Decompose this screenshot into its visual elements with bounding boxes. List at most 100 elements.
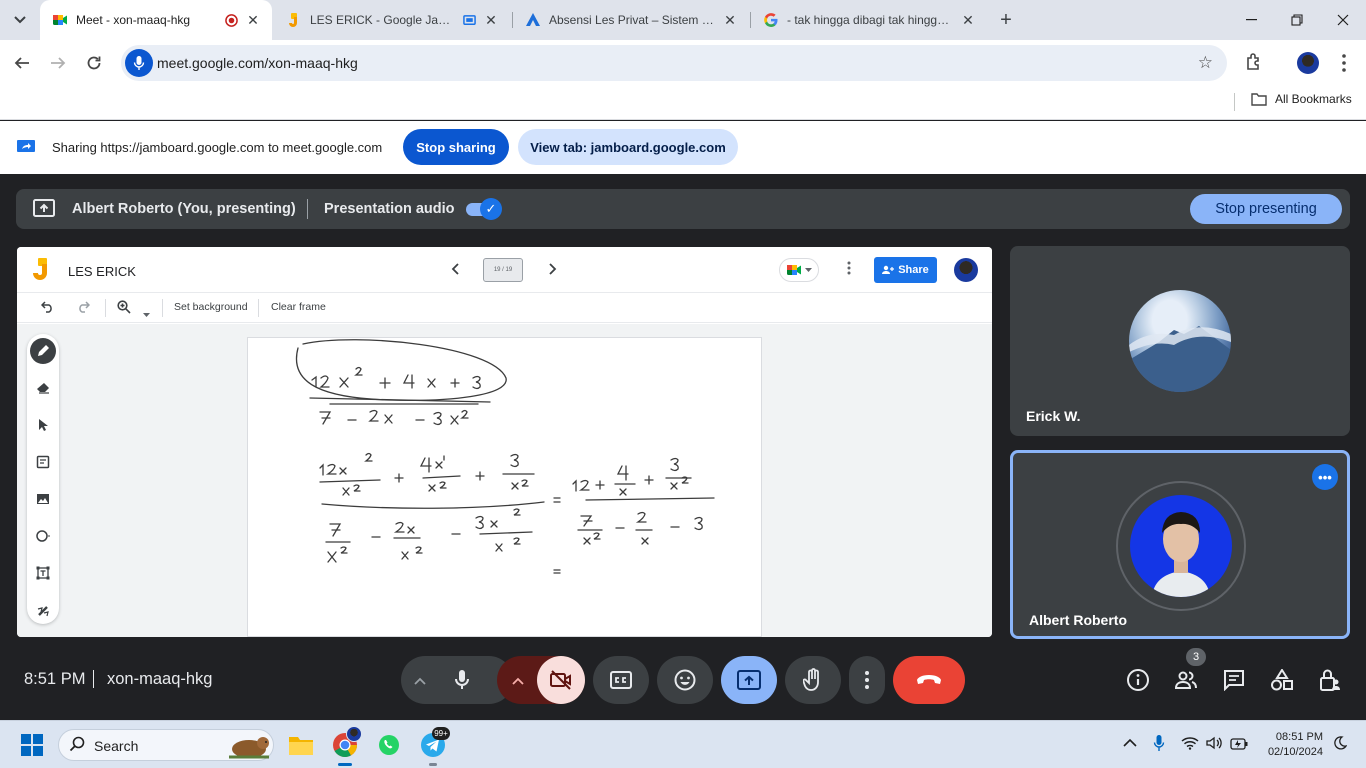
- tab-title: LES ERICK - Google Jamboard: [310, 13, 457, 27]
- present-screen-icon: [33, 199, 55, 217]
- meeting-details-button[interactable]: [1125, 667, 1151, 693]
- chrome-menu-icon[interactable]: [1336, 53, 1352, 78]
- zoom-icon[interactable]: [117, 300, 131, 317]
- jamboard-title: LES ERICK: [68, 264, 136, 279]
- tab-google-search[interactable]: - tak hingga dibagi tak hingga - Google …: [751, 0, 987, 40]
- windows-start-icon[interactable]: [21, 734, 43, 756]
- meet-call-chip[interactable]: [779, 258, 819, 282]
- image-tool-icon[interactable]: [30, 486, 56, 512]
- audio-options-chevron-icon[interactable]: [414, 672, 426, 690]
- chat-icon: [1224, 670, 1244, 691]
- tab-jamboard[interactable]: LES ERICK - Google Jamboard ✕: [274, 0, 510, 40]
- user-avatar[interactable]: [954, 258, 978, 282]
- more-options-icon[interactable]: [847, 261, 851, 278]
- jamboard-icon: [289, 13, 297, 27]
- captions-button[interactable]: [593, 656, 649, 704]
- shape-tool-icon[interactable]: [30, 523, 56, 549]
- chat-button[interactable]: [1221, 667, 1247, 693]
- sharing-text: Sharing https://jamboard.google.com to m…: [52, 140, 383, 155]
- all-bookmarks-button[interactable]: All Bookmarks: [1251, 92, 1352, 106]
- address-bar[interactable]: meet.google.com/xon-maaq-hkg ☆: [121, 45, 1227, 81]
- clear-frame-button[interactable]: Clear frame: [271, 301, 326, 313]
- reload-button[interactable]: [81, 50, 107, 76]
- stop-presenting-button[interactable]: Stop presenting: [1190, 194, 1342, 224]
- share-button[interactable]: Share: [874, 257, 937, 283]
- people-button[interactable]: [1173, 667, 1199, 693]
- microphone-in-use-icon[interactable]: [125, 49, 153, 77]
- show-hidden-icons-icon[interactable]: [1123, 735, 1137, 751]
- view-tab-button[interactable]: View tab: jamboard.google.com: [518, 129, 738, 165]
- zoom-dropdown-icon[interactable]: [143, 305, 150, 321]
- camera-off-button[interactable]: [537, 656, 585, 704]
- search-icon: [69, 736, 85, 756]
- laser-tool-icon[interactable]: [30, 597, 56, 623]
- browser-tab-strip: Meet - xon-maaq-hkg ✕ LES ERICK - Google…: [0, 0, 1366, 40]
- focus-moon-icon[interactable]: [1333, 736, 1348, 753]
- taskbar-clock[interactable]: 08:51 PM 02/10/2024: [1263, 730, 1323, 760]
- jamboard-frame[interactable]: [247, 337, 762, 637]
- close-tab-icon[interactable]: ✕: [244, 11, 262, 29]
- extensions-icon[interactable]: [1244, 52, 1264, 77]
- text-box-tool-icon[interactable]: [30, 560, 56, 586]
- stop-sharing-button[interactable]: Stop sharing: [403, 129, 509, 165]
- host-controls-button[interactable]: [1317, 667, 1343, 693]
- tab-meet[interactable]: Meet - xon-maaq-hkg ✕: [40, 0, 272, 40]
- toolbar-separator: [258, 299, 259, 317]
- microphone-tray-icon[interactable]: [1153, 734, 1165, 755]
- activities-button[interactable]: [1269, 667, 1295, 693]
- divider: [93, 670, 94, 688]
- pen-tool-icon[interactable]: [30, 338, 56, 364]
- file-explorer-icon[interactable]: [286, 730, 316, 760]
- previous-frame-icon[interactable]: [451, 262, 461, 278]
- person-add-icon: [882, 265, 895, 274]
- participant-tile-albert[interactable]: ••• Albert Roberto: [1010, 450, 1350, 639]
- redo-icon[interactable]: [76, 300, 91, 316]
- present-now-button[interactable]: [721, 656, 777, 704]
- profile-avatar[interactable]: [1297, 52, 1319, 74]
- frame-bar-button[interactable]: 19 / 19: [483, 258, 523, 282]
- more-options-icon[interactable]: •••: [1312, 464, 1338, 490]
- recording-icon: [225, 13, 238, 27]
- more-options-button[interactable]: [849, 656, 885, 704]
- new-tab-button[interactable]: +: [995, 9, 1017, 31]
- tab-search-dropdown-icon[interactable]: [8, 8, 32, 32]
- tab-absensi[interactable]: Absensi Les Privat – Sistem Ruang Guru ✕: [513, 0, 749, 40]
- minimize-button[interactable]: [1228, 0, 1274, 40]
- back-button[interactable]: [9, 50, 35, 76]
- next-frame-icon[interactable]: [547, 262, 557, 278]
- chrome-taskbar-icon[interactable]: [330, 726, 362, 766]
- video-options-chevron-icon[interactable]: [512, 672, 524, 690]
- wifi-icon[interactable]: [1181, 736, 1199, 753]
- bookmark-star-icon[interactable]: ☆: [1198, 53, 1213, 73]
- close-tab-icon[interactable]: ✕: [721, 11, 739, 29]
- restore-button[interactable]: [1274, 0, 1320, 40]
- close-tab-icon[interactable]: ✕: [959, 11, 977, 29]
- telegram-icon[interactable]: 99+: [418, 727, 450, 766]
- raise-hand-button[interactable]: [785, 656, 841, 704]
- presentation-audio-toggle[interactable]: ✓: [466, 198, 502, 220]
- tab-title: Meet - xon-maaq-hkg: [76, 13, 191, 27]
- reactions-button[interactable]: [657, 656, 713, 704]
- volume-icon[interactable]: [1206, 736, 1222, 753]
- participant-tile-erick[interactable]: Erick W.: [1010, 246, 1350, 436]
- sticky-note-tool-icon[interactable]: [30, 449, 56, 475]
- undo-icon[interactable]: [40, 300, 55, 316]
- select-tool-icon[interactable]: [30, 412, 56, 438]
- info-icon: [1127, 669, 1149, 691]
- close-tab-icon[interactable]: ✕: [482, 11, 500, 29]
- forward-button[interactable]: [45, 50, 71, 76]
- microphone-icon[interactable]: [454, 669, 470, 696]
- eraser-tool-icon[interactable]: [30, 375, 56, 401]
- chevron-down-icon: [804, 267, 812, 272]
- close-window-button[interactable]: [1320, 0, 1366, 40]
- present-screen-icon: [737, 670, 761, 690]
- taskbar-search-box[interactable]: Search: [58, 729, 274, 761]
- leave-call-button[interactable]: [893, 656, 965, 704]
- share-label: Share: [898, 264, 929, 276]
- participant-count-badge: 3: [1186, 648, 1206, 666]
- jamboard-header: LES ERICK 19 / 19 Share: [17, 247, 992, 293]
- set-background-button[interactable]: Set background: [174, 301, 248, 313]
- whatsapp-icon[interactable]: [374, 730, 404, 760]
- people-icon: [1174, 671, 1197, 689]
- battery-icon[interactable]: [1230, 737, 1248, 753]
